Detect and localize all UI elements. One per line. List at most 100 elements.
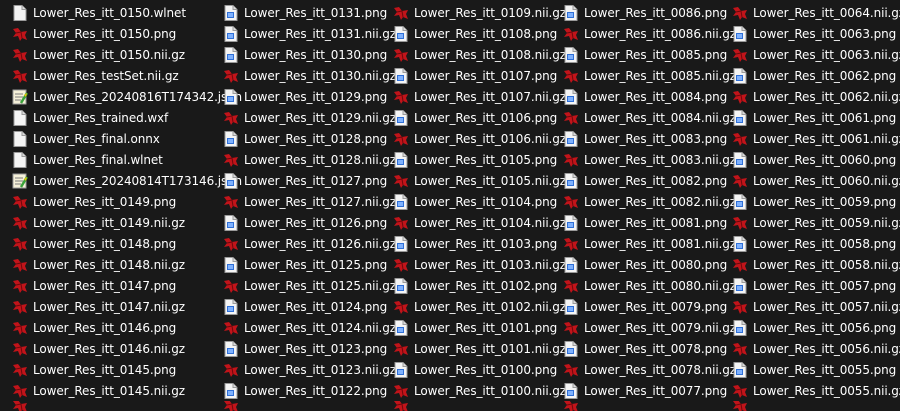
file-item[interactable]: Lower_Res_itt_0109.nii.gz [393, 2, 566, 23]
file-item[interactable]: Lower_Res_itt_0077.png [563, 380, 736, 401]
file-item[interactable]: Lower_Res_itt_0081.png [563, 212, 736, 233]
file-item[interactable]: Lower_Res_itt_0080.nii.gz [563, 275, 736, 296]
file-item[interactable]: Lower_Res_itt_0106.png [393, 107, 566, 128]
file-item[interactable]: Lower_Res_itt_0127.png [223, 170, 396, 191]
file-item[interactable]: Lower_Res_itt_0063.png [732, 23, 900, 44]
file-item[interactable]: Lower_Res_itt_0056.nii.gz [732, 338, 900, 359]
file-item[interactable]: Lower_Res_itt_0123.png [223, 338, 396, 359]
file-item[interactable]: Lower_Res_itt_0055.nii.gz [732, 380, 900, 401]
file-item[interactable]: Lower_Res_itt_0124.nii.gz [223, 317, 396, 338]
file-item[interactable]: Lower_Res_itt_0150.png [12, 23, 242, 44]
file-item[interactable]: Lower_Res_itt_0086.png [563, 2, 736, 23]
file-item[interactable]: Lower_Res_itt_0148.nii.gz [12, 254, 242, 275]
file-item[interactable]: Lower_Res_itt_0129.nii.gz [223, 107, 396, 128]
file-item[interactable]: Lower_Res_itt_0078.nii.gz [563, 359, 736, 380]
file-item[interactable]: Lower_Res_itt_0084.nii.gz [563, 107, 736, 128]
file-item[interactable]: Lower_Res_itt_0147.png [12, 275, 242, 296]
file-item[interactable]: Lower_Res_itt_0086.nii.gz [563, 23, 736, 44]
file-item[interactable]: Lower_Res_itt_0145.png [12, 359, 242, 380]
file-item[interactable]: Lower_Res_itt_0080.png [563, 254, 736, 275]
file-item[interactable]: Lower_Res_itt_0064.nii.gz [732, 2, 900, 23]
file-item[interactable]: Lower_Res_itt_0124.png [223, 296, 396, 317]
file-item[interactable]: Lower_Res_itt_0079.png [563, 296, 736, 317]
file-item[interactable]: Lower_Res_itt_0128.png [223, 128, 396, 149]
file-item[interactable]: Lower_Res_itt_0130.png [223, 44, 396, 65]
file-item[interactable]: Lower_Res_itt_0149.nii.gz [12, 212, 242, 233]
file-item[interactable]: Lower_Res_final.wlnet [12, 149, 242, 170]
file-item[interactable]: Lower_Res_itt_0125.nii.gz [223, 275, 396, 296]
file-item[interactable]: Lower_Res_itt_0060.png [732, 149, 900, 170]
file-item[interactable]: Lower_Res_itt_0146.nii.gz [12, 338, 242, 359]
file-item[interactable]: Lower_Res_itt_0125.png [223, 254, 396, 275]
file-item[interactable]: Lower_Res_itt_0104.nii.gz [393, 212, 566, 233]
file-item[interactable]: Lower_Res_itt_0060.nii.gz [732, 170, 900, 191]
file-item[interactable]: Lower_Res_itt_0058.nii.gz [732, 254, 900, 275]
file-item[interactable]: Lower_Res_itt_0108.png [393, 23, 566, 44]
file-item[interactable]: Lower_Res_itt_0131.nii.gz [223, 23, 396, 44]
file-item[interactable]: Lower_Res_itt_0129.png [223, 86, 396, 107]
file-item[interactable]: Lower_Res_itt_0057.nii.gz [732, 296, 900, 317]
file-item[interactable]: Lower_Res_itt_0078.png [563, 338, 736, 359]
file-item[interactable]: Lower_Res_20240814T173146.json [12, 170, 242, 191]
file-item[interactable]: Lower_Res_itt_0148.png [12, 233, 242, 254]
file-item[interactable]: Lower_Res_itt_0145.nii.gz [12, 380, 242, 401]
file-item[interactable]: Lower_Res_itt_0082.png [563, 170, 736, 191]
file-item[interactable]: Lower_Res_itt_0131.png [223, 2, 396, 23]
file-item[interactable]: Lower_Res_itt_0056.png [732, 317, 900, 338]
file-item[interactable]: Lower_Res_testSet.nii.gz [12, 65, 242, 86]
file-item[interactable]: Lower_Res_itt_0150.wlnet [12, 2, 242, 23]
file-item[interactable]: Lower_Res_itt_0063.nii.gz [732, 44, 900, 65]
file-item[interactable]: Lower_Res_itt_0108.nii.gz [393, 44, 566, 65]
file-item[interactable]: Lower_Res_itt_0123.nii.gz [223, 359, 396, 380]
file-item[interactable]: Lower_Res_itt_0059.png [732, 191, 900, 212]
file-item[interactable]: Lower_Res_itt_0083.nii.gz [563, 149, 736, 170]
file-item[interactable]: Lower_Res_itt_0059.nii.gz [732, 212, 900, 233]
file-item[interactable]: Lower_Res_itt_0101.nii.gz [393, 338, 566, 359]
red-archive-file-icon [223, 320, 239, 336]
file-item[interactable]: Lower_Res_20240816T174342.json [12, 86, 242, 107]
file-item[interactable]: Lower_Res_itt_0082.nii.gz [563, 191, 736, 212]
file-item[interactable]: Lower_Res_itt_0126.png [223, 212, 396, 233]
file-item[interactable]: Lower_Res_itt_0105.png [393, 149, 566, 170]
file-item[interactable]: Lower_Res_itt_0055.png [732, 359, 900, 380]
file-item[interactable]: Lower_Res_itt_0102.png [393, 275, 566, 296]
file-item[interactable]: Lower_Res_itt_0127.nii.gz [223, 191, 396, 212]
file-item[interactable]: Lower_Res_itt_0103.png [393, 233, 566, 254]
file-item[interactable]: Lower_Res_itt_0105.nii.gz [393, 170, 566, 191]
file-item[interactable]: Lower_Res_itt_0061.nii.gz [732, 128, 900, 149]
file-item[interactable]: Lower_Res_itt_0130.nii.gz [223, 65, 396, 86]
file-item[interactable]: Lower_Res_itt_0101.png [393, 317, 566, 338]
file-item[interactable]: Lower_Res_itt_0147.nii.gz [12, 296, 242, 317]
file-item[interactable]: Lower_Res_itt_0085.png [563, 44, 736, 65]
file-item[interactable]: Lower_Res_itt_0103.nii.gz [393, 254, 566, 275]
file-item[interactable]: Lower_Res_itt_0102.nii.gz [393, 296, 566, 317]
file-item[interactable]: Lower_Res_itt_0081.nii.gz [563, 233, 736, 254]
file-item[interactable]: Lower_Res_itt_0085.nii.gz [563, 65, 736, 86]
red-archive-file-icon [732, 257, 748, 273]
file-item[interactable]: Lower_Res_itt_0146.png [12, 317, 242, 338]
file-item[interactable]: Lower_Res_itt_0126.nii.gz [223, 233, 396, 254]
file-item[interactable]: Lower_Res_itt_0149.png [12, 191, 242, 212]
file-item[interactable]: Lower_Res_itt_0150.nii.gz [12, 44, 242, 65]
file-item[interactable]: Lower_Res_itt_0058.png [732, 233, 900, 254]
file-item[interactable]: Lower_Res_itt_0083.png [563, 128, 736, 149]
file-item[interactable]: Lower_Res_itt_0062.png [732, 65, 900, 86]
png-image-file-icon [223, 88, 239, 105]
file-name: Lower_Res_itt_0130.nii.gz [244, 68, 396, 83]
file-item[interactable]: Lower_Res_itt_0057.png [732, 275, 900, 296]
file-item[interactable]: Lower_Res_itt_0062.nii.gz [732, 86, 900, 107]
file-item[interactable]: Lower_Res_final.onnx [12, 128, 242, 149]
file-item[interactable]: Lower_Res_itt_0128.nii.gz [223, 149, 396, 170]
file-item[interactable]: Lower_Res_itt_0100.png [393, 359, 566, 380]
file-item[interactable]: Lower_Res_itt_0061.png [732, 107, 900, 128]
file-item[interactable]: Lower_Res_itt_0104.png [393, 191, 566, 212]
red-archive-file-icon [12, 362, 28, 378]
file-item[interactable]: Lower_Res_itt_0107.png [393, 65, 566, 86]
file-item[interactable]: Lower_Res_itt_0100.nii.gz [393, 380, 566, 401]
file-item[interactable]: Lower_Res_itt_0106.nii.gz [393, 128, 566, 149]
file-item[interactable]: Lower_Res_itt_0107.nii.gz [393, 86, 566, 107]
file-item[interactable]: Lower_Res_itt_0079.nii.gz [563, 317, 736, 338]
file-item[interactable]: Lower_Res_itt_0084.png [563, 86, 736, 107]
file-item[interactable]: Lower_Res_itt_0122.png [223, 380, 396, 401]
file-item[interactable]: Lower_Res_trained.wxf [12, 107, 242, 128]
